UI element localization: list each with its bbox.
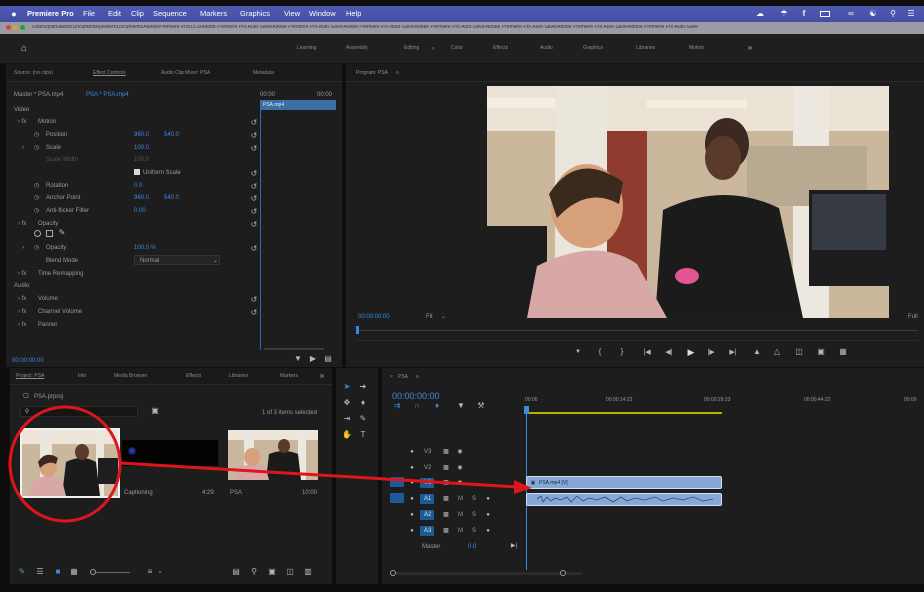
premiere-pro-screenshot: { "menubar": { "app": "Premiere Pro", "i… [0,0,924,592]
annotation-circle [8,405,122,523]
annotation-arrow-head [514,480,532,494]
annotation-overlay [8,405,532,523]
annotation-arrow-line [119,461,519,489]
